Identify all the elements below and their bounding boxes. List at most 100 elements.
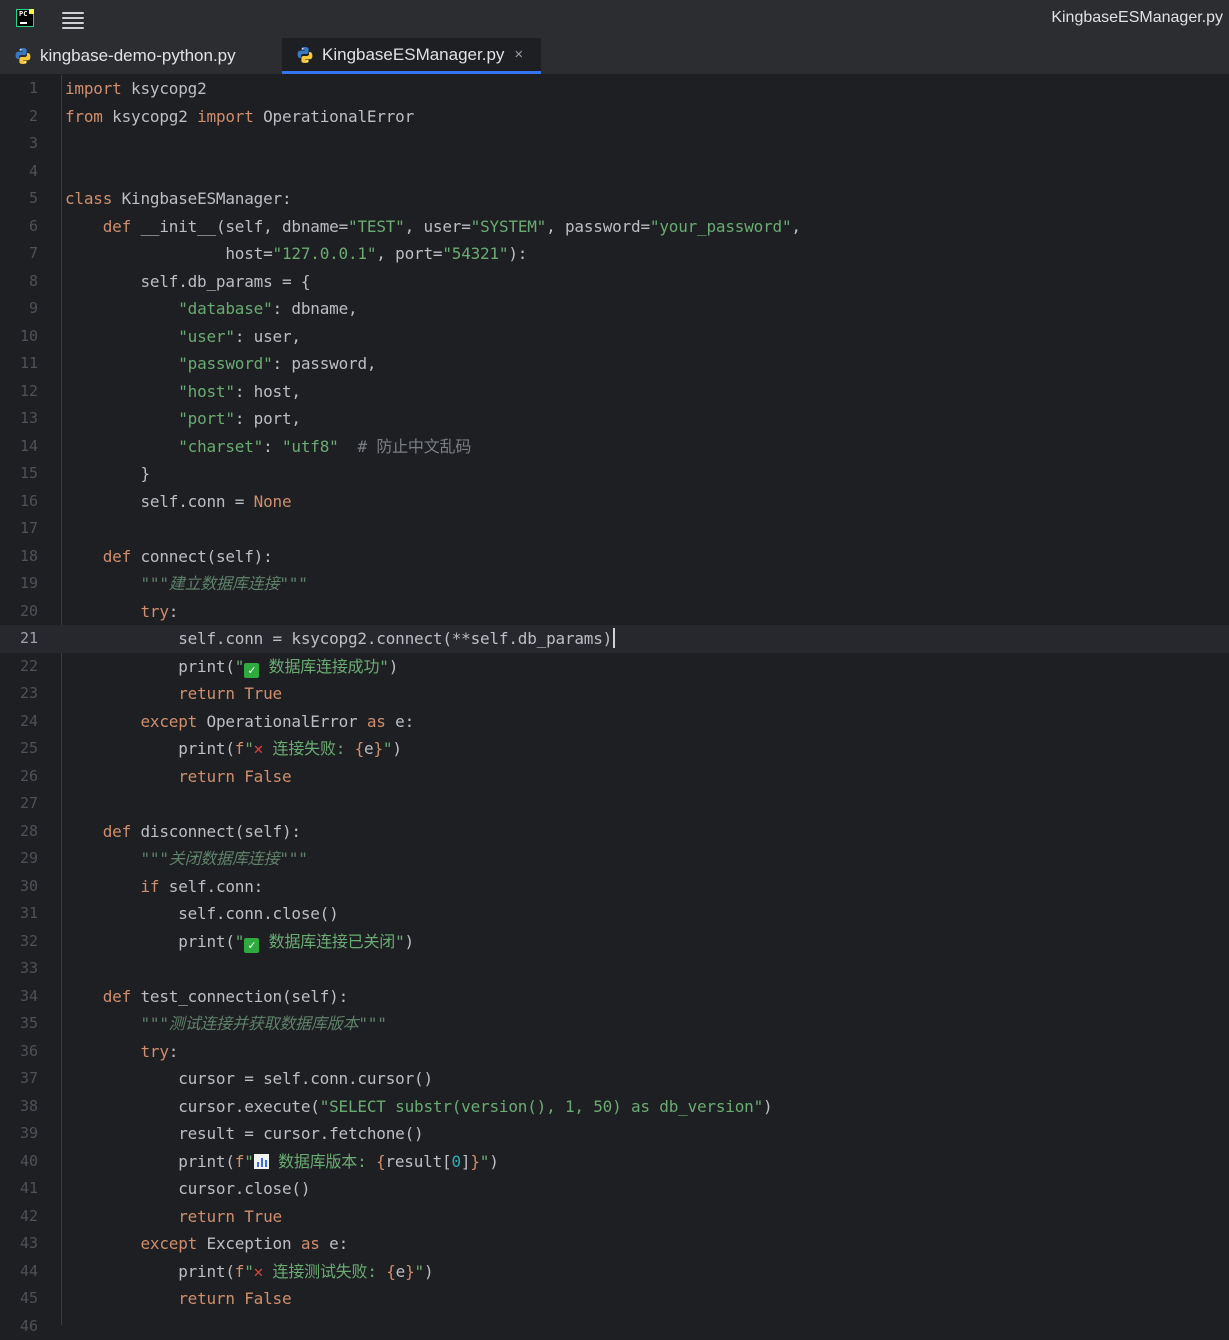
line-number[interactable]: 11: [0, 350, 38, 378]
code-line[interactable]: 13 "port": port,: [0, 405, 1229, 433]
code-line[interactable]: 30 if self.conn:: [0, 873, 1229, 901]
code-text[interactable]: "charset": "utf8" # 防止中文乱码: [65, 433, 471, 461]
line-number[interactable]: 30: [0, 873, 38, 901]
code-text[interactable]: def connect(self):: [65, 543, 273, 571]
pycharm-logo-icon[interactable]: PC: [16, 9, 34, 27]
code-line[interactable]: 5class KingbaseESManager:: [0, 185, 1229, 213]
line-number[interactable]: 18: [0, 543, 38, 571]
line-number[interactable]: 14: [0, 433, 38, 461]
code-text[interactable]: if self.conn:: [65, 873, 263, 901]
line-number[interactable]: 27: [0, 790, 38, 818]
code-text[interactable]: def __init__(self, dbname="TEST", user="…: [65, 213, 801, 241]
line-number[interactable]: 8: [0, 268, 38, 296]
code-text[interactable]: cursor = self.conn.cursor(): [65, 1065, 433, 1093]
line-number[interactable]: 35: [0, 1010, 38, 1038]
code-line[interactable]: 43 except Exception as e:: [0, 1230, 1229, 1258]
code-text[interactable]: print("✓ 数据库连接成功"): [65, 653, 398, 681]
line-number[interactable]: 33: [0, 955, 38, 983]
line-number[interactable]: 44: [0, 1258, 38, 1286]
code-line[interactable]: 28 def disconnect(self):: [0, 818, 1229, 846]
code-text[interactable]: def disconnect(self):: [65, 818, 301, 846]
code-line[interactable]: 24 except OperationalError as e:: [0, 708, 1229, 736]
code-text[interactable]: print(f"✕ 连接测试失败: {e}"): [65, 1258, 433, 1286]
code-text[interactable]: self.conn = None: [65, 488, 291, 516]
code-text[interactable]: self.db_params = {: [65, 268, 310, 296]
code-line[interactable]: 20 try:: [0, 598, 1229, 626]
line-number[interactable]: 31: [0, 900, 38, 928]
line-number[interactable]: 4: [0, 158, 38, 186]
code-line[interactable]: 45 return False: [0, 1285, 1229, 1313]
line-number[interactable]: 24: [0, 708, 38, 736]
line-number[interactable]: 21: [0, 625, 38, 653]
code-text[interactable]: self.conn = ksycopg2.connect(**self.db_p…: [65, 625, 615, 653]
code-line[interactable]: 1import ksycopg2: [0, 75, 1229, 103]
line-number[interactable]: 26: [0, 763, 38, 791]
line-number[interactable]: 40: [0, 1148, 38, 1176]
code-text[interactable]: """测试连接并获取数据库版本""": [65, 1010, 387, 1038]
line-number[interactable]: 3: [0, 130, 38, 158]
code-line[interactable]: 14 "charset": "utf8" # 防止中文乱码: [0, 433, 1229, 461]
line-number[interactable]: 10: [0, 323, 38, 351]
line-number[interactable]: 9: [0, 295, 38, 323]
line-number[interactable]: 15: [0, 460, 38, 488]
code-line[interactable]: 21 self.conn = ksycopg2.connect(**self.d…: [0, 625, 1229, 653]
code-text[interactable]: try:: [65, 598, 178, 626]
line-number[interactable]: 42: [0, 1203, 38, 1231]
code-text[interactable]: def test_connection(self):: [65, 983, 348, 1011]
code-text[interactable]: print("✓ 数据库连接已关闭"): [65, 928, 414, 956]
code-text[interactable]: "host": host,: [65, 378, 301, 406]
code-line[interactable]: 32 print("✓ 数据库连接已关闭"): [0, 928, 1229, 956]
code-line[interactable]: 16 self.conn = None: [0, 488, 1229, 516]
code-text[interactable]: return False: [65, 1285, 291, 1313]
line-number[interactable]: 7: [0, 240, 38, 268]
line-number[interactable]: 20: [0, 598, 38, 626]
code-line[interactable]: 29 """关闭数据库连接""": [0, 845, 1229, 873]
code-text[interactable]: "port": port,: [65, 405, 301, 433]
code-line[interactable]: 46: [0, 1313, 1229, 1340]
code-line[interactable]: 31 self.conn.close(): [0, 900, 1229, 928]
code-text[interactable]: from ksycopg2 import OperationalError: [65, 103, 414, 131]
line-number[interactable]: 41: [0, 1175, 38, 1203]
line-number[interactable]: 38: [0, 1093, 38, 1121]
line-number[interactable]: 37: [0, 1065, 38, 1093]
line-number[interactable]: 13: [0, 405, 38, 433]
line-number[interactable]: 39: [0, 1120, 38, 1148]
code-text[interactable]: result = cursor.fetchone(): [65, 1120, 423, 1148]
code-text[interactable]: except OperationalError as e:: [65, 708, 414, 736]
line-number[interactable]: 32: [0, 928, 38, 956]
close-tab-icon[interactable]: ×: [514, 46, 523, 63]
code-line[interactable]: 39 result = cursor.fetchone(): [0, 1120, 1229, 1148]
line-number[interactable]: 43: [0, 1230, 38, 1258]
code-line[interactable]: 26 return False: [0, 763, 1229, 791]
code-line[interactable]: 11 "password": password,: [0, 350, 1229, 378]
line-number[interactable]: 45: [0, 1285, 38, 1313]
code-line[interactable]: 8 self.db_params = {: [0, 268, 1229, 296]
line-number[interactable]: 6: [0, 213, 38, 241]
code-line[interactable]: 40 print(f" 数据库版本: {result[0]}"): [0, 1148, 1229, 1176]
line-number[interactable]: 16: [0, 488, 38, 516]
code-text[interactable]: "database": dbname,: [65, 295, 357, 323]
code-text[interactable]: print(f" 数据库版本: {result[0]}"): [65, 1148, 499, 1176]
line-number[interactable]: 12: [0, 378, 38, 406]
code-text[interactable]: try:: [65, 1038, 178, 1066]
code-line[interactable]: 41 cursor.close(): [0, 1175, 1229, 1203]
code-text[interactable]: import ksycopg2: [65, 75, 207, 103]
code-text[interactable]: """关闭数据库连接""": [65, 845, 308, 873]
code-line[interactable]: 2from ksycopg2 import OperationalError: [0, 103, 1229, 131]
code-text[interactable]: except Exception as e:: [65, 1230, 348, 1258]
code-editor[interactable]: 1import ksycopg22from ksycopg2 import Op…: [0, 75, 1229, 1325]
code-text[interactable]: cursor.execute("SELECT substr(version(),…: [65, 1093, 772, 1121]
code-text[interactable]: """建立数据库连接""": [65, 570, 308, 598]
code-line[interactable]: 15 }: [0, 460, 1229, 488]
code-text[interactable]: return False: [65, 763, 291, 791]
code-text[interactable]: "password": password,: [65, 350, 376, 378]
code-text[interactable]: }: [65, 460, 150, 488]
line-number[interactable]: 19: [0, 570, 38, 598]
main-menu-icon[interactable]: [62, 9, 84, 29]
code-line[interactable]: 22 print("✓ 数据库连接成功"): [0, 653, 1229, 681]
line-number[interactable]: 28: [0, 818, 38, 846]
line-number[interactable]: 5: [0, 185, 38, 213]
code-text[interactable]: return True: [65, 1203, 282, 1231]
code-line[interactable]: 35 """测试连接并获取数据库版本""": [0, 1010, 1229, 1038]
code-text[interactable]: "user": user,: [65, 323, 301, 351]
